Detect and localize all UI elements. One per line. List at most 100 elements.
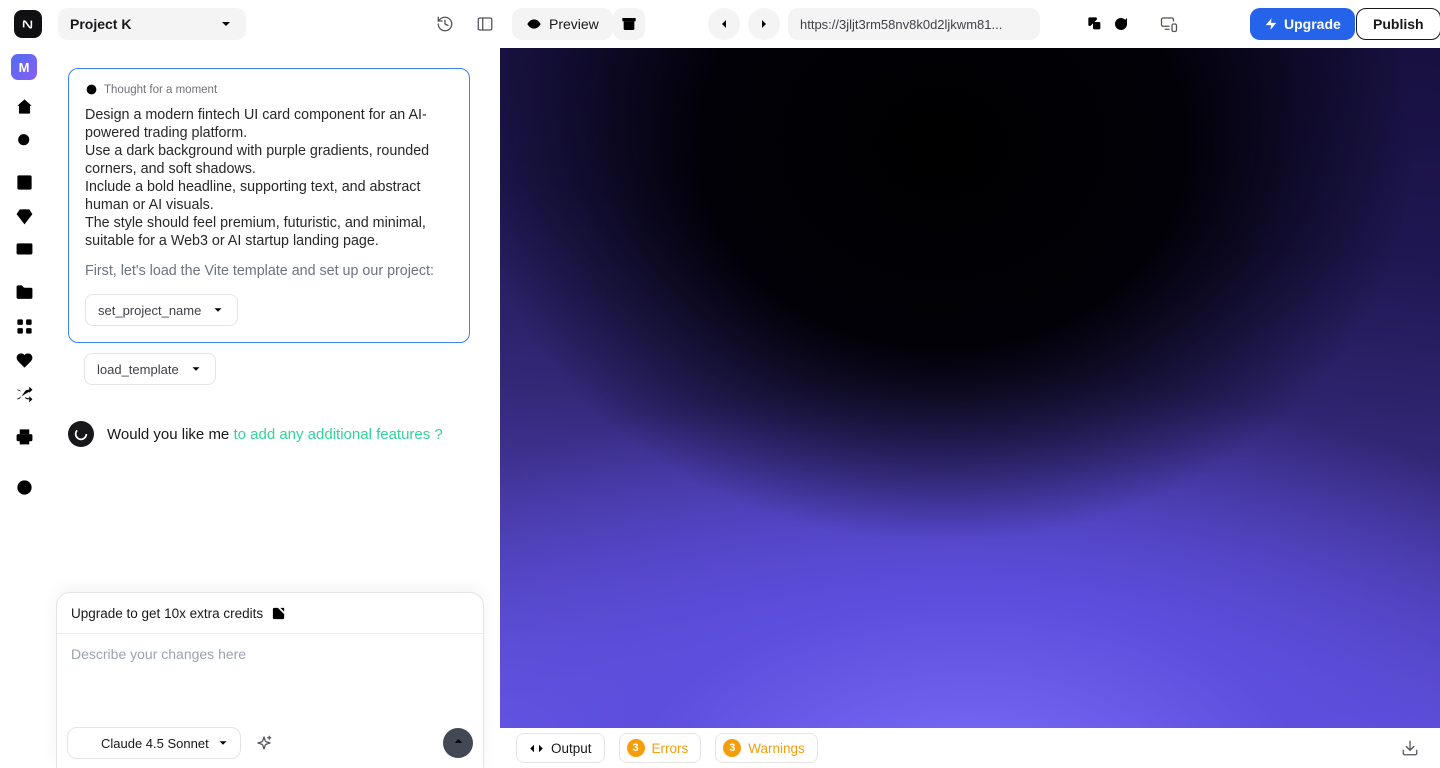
- design-button[interactable]: [8, 200, 40, 232]
- enhance-prompt-button[interactable]: [247, 727, 281, 759]
- app-root: Project K Preview https://3jljt3rm58nv8k…: [0, 0, 1440, 768]
- code-icon: [530, 744, 543, 752]
- apps-button[interactable]: [8, 310, 40, 342]
- tool-call-set-project-name[interactable]: set_project_name: [85, 294, 239, 326]
- download-icon: [1402, 740, 1418, 756]
- errors-count-badge: 3: [626, 739, 645, 757]
- composer: Upgrade to get 10x extra credits Claude …: [56, 592, 484, 768]
- model-selector[interactable]: Claude 4.5 Sonnet: [67, 727, 241, 759]
- clock-icon: [16, 479, 32, 495]
- status-row: Would you like me to add any additional …: [68, 421, 500, 447]
- heart-icon: [16, 352, 32, 368]
- upsell-text: Upgrade to get 10x extra credits: [71, 605, 264, 621]
- prompt-card: Thought for a moment Design a modern fin…: [68, 68, 470, 343]
- send-button[interactable]: [443, 728, 473, 758]
- project-name: Project K: [70, 16, 132, 32]
- export-button[interactable]: [613, 8, 645, 40]
- publish-label: Publish: [1373, 16, 1424, 32]
- warnings-label: Warnings: [748, 740, 805, 756]
- tool-call-load-template[interactable]: load_template: [84, 353, 216, 385]
- layout-button[interactable]: [8, 166, 40, 198]
- layout-panels-icon: [16, 174, 32, 190]
- sparkles-icon: [257, 735, 272, 750]
- forward-button[interactable]: [748, 8, 780, 40]
- search-icon: [17, 133, 32, 148]
- upgrade-button[interactable]: Upgrade: [1250, 8, 1355, 40]
- model-name: Claude 4.5 Sonnet: [101, 735, 209, 751]
- app-logo[interactable]: [14, 10, 42, 38]
- loading-spinner: [68, 421, 94, 447]
- download-button[interactable]: [1396, 734, 1424, 762]
- output-tab[interactable]: Output: [516, 733, 605, 763]
- refresh-button[interactable]: [1109, 12, 1133, 36]
- print-button[interactable]: [8, 420, 40, 452]
- upgrade-label: Upgrade: [1284, 16, 1341, 32]
- chevron-down-icon: [219, 741, 227, 745]
- setup-text: First, let's load the Vite template and …: [85, 263, 434, 279]
- project-selector[interactable]: Project K: [58, 8, 246, 40]
- history-button[interactable]: [433, 12, 457, 36]
- gem-icon: [16, 208, 32, 224]
- composer-toolbar: Claude 4.5 Sonnet: [67, 727, 473, 759]
- shuffle-icon: [16, 386, 32, 402]
- chevron-left-icon: [722, 20, 726, 28]
- errors-tab[interactable]: 3 Errors: [618, 733, 702, 763]
- top-bar: Project K Preview https://3jljt3rm58nv8k…: [0, 0, 1440, 48]
- url-bar[interactable]: https://3jljt3rm58nv8k0d2ljkwm81...: [788, 8, 1040, 40]
- code-window-button[interactable]: [8, 234, 40, 266]
- preview-label: Preview: [549, 16, 599, 32]
- chevron-right-icon: [762, 20, 766, 28]
- device-toggle-button[interactable]: [1157, 12, 1181, 36]
- status-highlight: to add any additional features ?: [233, 425, 443, 443]
- chevron-down-icon: [192, 367, 200, 371]
- thought-row: Thought for a moment: [85, 83, 453, 96]
- icon-rail: M: [0, 48, 48, 768]
- back-button[interactable]: [708, 8, 740, 40]
- warnings-tab[interactable]: 3 Warnings: [715, 733, 818, 763]
- search-button[interactable]: [8, 124, 40, 156]
- user-avatar[interactable]: M: [11, 54, 37, 80]
- home-icon: [16, 98, 32, 114]
- grid-icon: [16, 318, 32, 334]
- tool-call-label: set_project_name: [98, 302, 202, 318]
- eye-icon: [527, 19, 541, 29]
- chevron-down-icon: [222, 22, 230, 26]
- prompt-text: Design a modern fintech UI card componen…: [85, 107, 430, 249]
- logo-icon: [22, 20, 33, 29]
- archive-icon: [622, 18, 636, 30]
- output-label: Output: [551, 740, 592, 756]
- output-bar: Output 3 Errors 3 Warnings: [500, 728, 1440, 768]
- files-button[interactable]: [8, 276, 40, 308]
- panel-left-icon: [477, 17, 493, 31]
- warnings-count-badge: 3: [723, 739, 742, 757]
- recent-button[interactable]: [8, 471, 40, 503]
- printer-icon: [16, 428, 32, 444]
- chevron-down-icon: [214, 308, 222, 312]
- avatar-letter: M: [18, 59, 30, 75]
- errors-label: Errors: [651, 740, 689, 756]
- thought-label: Thought for a moment: [104, 83, 218, 96]
- publish-button[interactable]: Publish: [1356, 8, 1440, 40]
- copy-icon: [1088, 17, 1101, 30]
- upsell-banner[interactable]: Upgrade to get 10x extra credits: [57, 593, 483, 634]
- status-text: Would you like me to add any additional …: [107, 426, 443, 443]
- url-text: https://3jljt3rm58nv8k0d2ljkwm81...: [800, 16, 1003, 32]
- status-plain: Would you like me: [107, 425, 230, 443]
- chat-panel: Thought for a moment Design a modern fin…: [48, 48, 500, 768]
- prompt-input[interactable]: [57, 634, 483, 698]
- external-link-icon: [272, 607, 285, 619]
- history-icon: [437, 16, 453, 32]
- toggle-sidebar-button[interactable]: [473, 12, 497, 36]
- shuffle-button[interactable]: [8, 378, 40, 410]
- home-button[interactable]: [8, 90, 40, 122]
- monitor-code-icon: [16, 242, 32, 254]
- favorites-button[interactable]: [8, 344, 40, 376]
- zap-icon: [1265, 18, 1277, 30]
- claude-starburst-icon: [81, 738, 91, 748]
- preview-button[interactable]: Preview: [512, 8, 613, 40]
- arrow-up-icon: [454, 738, 462, 743]
- spinner-icon: [74, 427, 88, 441]
- preview-canvas: [500, 48, 1440, 728]
- tool-call-label: load_template: [97, 361, 179, 377]
- copy-url-button[interactable]: [1083, 12, 1107, 36]
